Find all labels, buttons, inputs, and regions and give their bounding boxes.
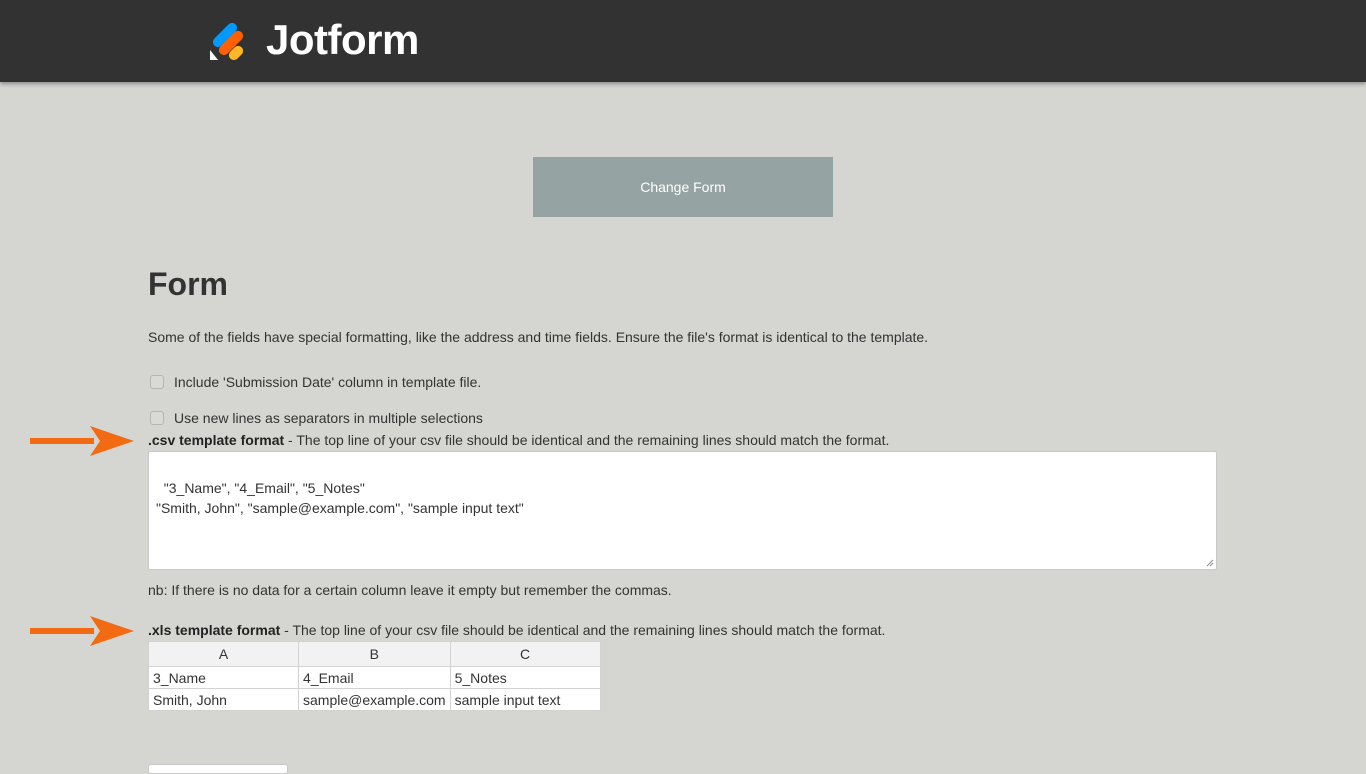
table-cell: 5_Notes xyxy=(449,666,601,689)
page-title: Form xyxy=(148,266,228,302)
brand-name: Jotform xyxy=(266,16,419,63)
arrow-icon xyxy=(30,426,134,456)
xls-format-label: .xls template format - The top line of y… xyxy=(148,622,885,638)
table-row: Smith, John sample@example.com sample in… xyxy=(148,688,601,711)
csv-format-label: .csv template format - The top line of y… xyxy=(148,432,889,448)
csv-template-content: "3_Name", "4_Email", "5_Notes" "Smith, J… xyxy=(156,480,524,516)
table-cell: sample@example.com xyxy=(298,688,451,711)
csv-format-title: .csv template format xyxy=(148,432,285,448)
top-bar: Jotform xyxy=(0,0,1366,82)
table-cell: 3_Name xyxy=(148,666,299,689)
new-lines-separator-checkbox[interactable] xyxy=(150,411,164,425)
intro-text: Some of the fields have special formatti… xyxy=(148,329,929,345)
new-lines-separator-option[interactable]: Use new lines as separators in multiple … xyxy=(150,410,483,426)
table-cell: 4_Email xyxy=(298,666,451,689)
jotform-logo[interactable]: Jotform xyxy=(208,18,419,62)
jotform-logo-icon xyxy=(210,22,244,61)
download-button[interactable] xyxy=(148,764,288,774)
change-form-button[interactable]: Change Form xyxy=(533,157,833,217)
include-submission-date-checkbox[interactable] xyxy=(150,375,164,389)
resize-handle-icon[interactable] xyxy=(1206,559,1214,567)
column-header: B xyxy=(298,641,451,667)
arrow-icon xyxy=(30,616,134,646)
table-cell: Smith, John xyxy=(148,688,299,711)
table-cell: sample input text xyxy=(449,688,601,711)
csv-template-textarea[interactable]: "3_Name", "4_Email", "5_Notes" "Smith, J… xyxy=(148,451,1217,570)
new-lines-separator-label: Use new lines as separators in multiple … xyxy=(174,410,483,426)
xls-format-description: - The top line of your csv file should b… xyxy=(280,622,886,638)
column-header: C xyxy=(449,641,601,667)
table-header-row: A B C xyxy=(148,641,601,667)
csv-format-description: - The top line of your csv file should b… xyxy=(284,432,890,448)
column-header: A xyxy=(148,641,299,667)
xls-template-table: A B C 3_Name 4_Email 5_Notes Smith, John… xyxy=(148,641,601,711)
table-row: 3_Name 4_Email 5_Notes xyxy=(148,666,601,689)
xls-format-title: .xls template format xyxy=(148,622,281,638)
include-submission-date-option[interactable]: Include 'Submission Date' column in temp… xyxy=(150,374,481,390)
include-submission-date-label: Include 'Submission Date' column in temp… xyxy=(174,374,482,390)
nb-note: nb: If there is no data for a certain co… xyxy=(148,582,672,598)
